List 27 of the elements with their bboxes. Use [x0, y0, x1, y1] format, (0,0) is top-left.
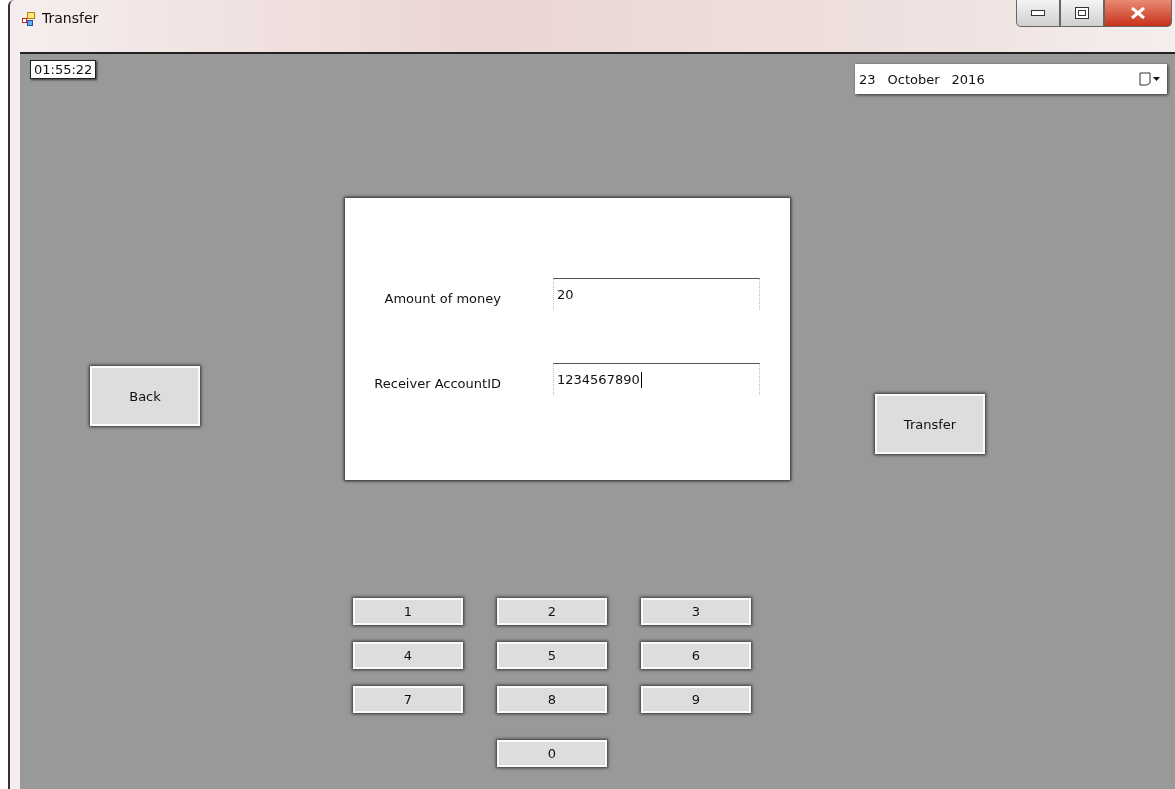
- keypad-key[interactable]: 3: [641, 598, 751, 625]
- minimize-button[interactable]: [1016, 0, 1060, 27]
- keypad-key[interactable]: 9: [641, 686, 751, 713]
- transfer-button[interactable]: Transfer: [875, 394, 985, 454]
- field-label: Receiver AccountID: [374, 374, 501, 391]
- input-field[interactable]: 20: [553, 278, 760, 310]
- back-button[interactable]: Back: [90, 366, 200, 426]
- input-field[interactable]: 1234567890: [553, 363, 760, 395]
- close-button[interactable]: [1104, 0, 1172, 27]
- keypad-key[interactable]: 5: [497, 642, 607, 669]
- keypad-key[interactable]: 6: [641, 642, 751, 669]
- keypad-key[interactable]: 7: [353, 686, 463, 713]
- clock-label: 01:55:22: [30, 60, 97, 79]
- keypad-key[interactable]: 1: [353, 598, 463, 625]
- window-title: Transfer: [42, 10, 99, 26]
- calendar-dropdown-icon[interactable]: [1139, 72, 1161, 86]
- keypad-key[interactable]: 0: [497, 740, 607, 767]
- keypad-key[interactable]: 2: [497, 598, 607, 625]
- field-label: Amount of money: [384, 289, 501, 306]
- minimize-icon: [1031, 10, 1045, 16]
- keypad-key[interactable]: 4: [353, 642, 463, 669]
- close-icon: [1130, 7, 1146, 19]
- keypad-key[interactable]: 8: [497, 686, 607, 713]
- app-icon: [22, 12, 36, 26]
- date-picker[interactable]: 23 October 2016: [855, 64, 1167, 94]
- maximize-button[interactable]: [1060, 0, 1104, 27]
- maximize-icon: [1075, 7, 1089, 19]
